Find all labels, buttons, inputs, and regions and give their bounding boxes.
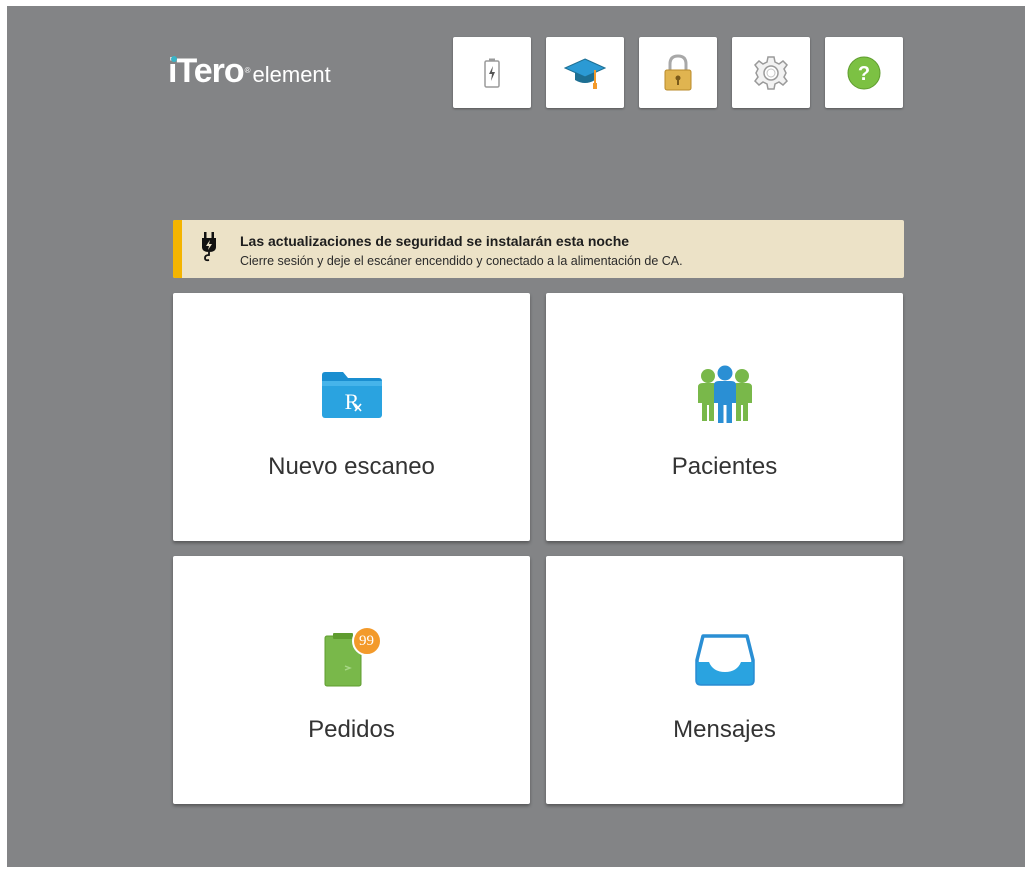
orders-tile[interactable]: 99 Pedidos xyxy=(173,556,530,804)
help-glyph: ? xyxy=(858,63,870,85)
battery-button[interactable] xyxy=(453,37,531,108)
gear-icon xyxy=(754,55,788,90)
learning-center-button[interactable] xyxy=(546,37,624,108)
padlock-icon xyxy=(664,53,692,90)
tile-icon-wrap xyxy=(546,365,903,425)
help-button[interactable]: ? xyxy=(825,37,903,108)
messages-tile[interactable]: Mensajes xyxy=(546,556,903,804)
settings-button[interactable] xyxy=(732,37,810,108)
patients-group-icon xyxy=(697,365,752,423)
logo-i: i xyxy=(168,52,178,90)
tile-icon-wrap xyxy=(546,632,903,686)
logo-brand: Tero xyxy=(176,52,244,90)
orders-icon-group: 99 xyxy=(321,626,383,688)
lock-button[interactable] xyxy=(639,37,717,108)
orders-count-badge: 99 xyxy=(351,626,382,656)
tile-label: Pacientes xyxy=(671,453,778,480)
tile-label: Pedidos xyxy=(308,716,395,743)
power-plug-icon xyxy=(202,232,216,262)
banner-message: Cierre sesión y deje el escáner encendid… xyxy=(240,254,683,268)
svg-text:R: R xyxy=(344,389,359,414)
tile-label: Mensajes xyxy=(673,716,776,743)
inbox-tray-icon xyxy=(694,634,755,686)
tile-label: Nuevo escaneo xyxy=(268,453,435,480)
rx-folder-icon: R xyxy=(321,372,382,418)
help-icon: ? xyxy=(847,56,881,89)
security-update-banner: Las actualizaciones de seguridad se inst… xyxy=(173,220,904,278)
patients-tile[interactable]: Pacientes xyxy=(546,293,903,541)
itero-logo: i Tero ® element xyxy=(168,52,331,92)
new-scan-tile[interactable]: R Nuevo escaneo xyxy=(173,293,530,541)
graduation-cap-icon xyxy=(564,57,606,89)
banner-accent-bar xyxy=(173,220,182,278)
battery-charging-icon xyxy=(484,58,500,88)
logo-registered: ® xyxy=(244,66,251,75)
tile-icon-wrap: R xyxy=(173,371,530,419)
banner-title: Las actualizaciones de seguridad se inst… xyxy=(240,233,630,249)
tile-icon-wrap: 99 xyxy=(173,626,530,688)
logo-subtitle: element xyxy=(252,62,331,87)
